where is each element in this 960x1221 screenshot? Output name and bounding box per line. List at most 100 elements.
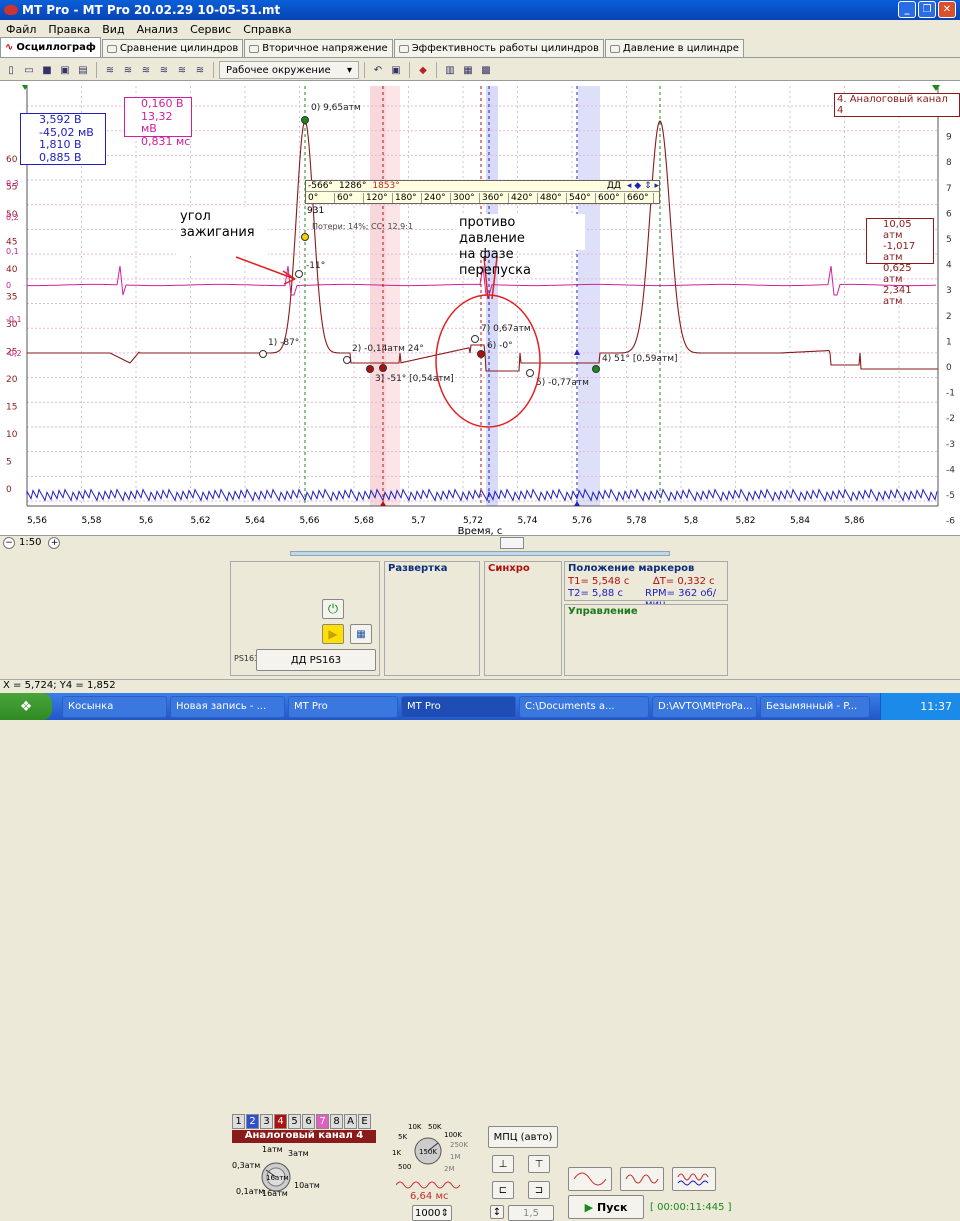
clock: 11:37 (920, 700, 952, 713)
maximize-button[interactable]: ❐ (918, 1, 936, 18)
wave-tool-2-icon[interactable]: ≋ (120, 62, 136, 78)
task-documents[interactable]: C:\Documents a... (519, 695, 649, 718)
new-file-icon[interactable]: ▯ (3, 62, 19, 78)
channel-tabs: 12345678AE (232, 1114, 371, 1129)
sync-mode-select[interactable]: МПЦ (авто) (488, 1126, 558, 1148)
time-scrollbar[interactable]: − 1:50 + (0, 535, 960, 549)
right-tick-label: 5 (946, 235, 952, 245)
save-icon[interactable]: ■ (39, 62, 55, 78)
close-button[interactable]: ✕ (938, 1, 956, 18)
view-mode-1-icon[interactable]: ▥ (442, 62, 458, 78)
markers-group: Положение маркеров T1= 5,548 с ∆T= 0,332… (564, 561, 728, 610)
channel-tab-4[interactable]: 4 (274, 1114, 287, 1129)
menu-analysis[interactable]: Анализ (131, 23, 185, 36)
points-stepper[interactable]: 1000 ⇕ (412, 1205, 452, 1221)
channel-tab-a[interactable]: A (344, 1114, 357, 1129)
sensor-select[interactable]: ДД PS163 (256, 649, 376, 671)
marker-label: 4) 51° [0,59атм] (602, 354, 678, 364)
tab-cylinder-compare[interactable]: Сравнение цилиндров (101, 39, 244, 57)
left-tick-label-a: 15 (6, 403, 17, 413)
sync-icon-1[interactable]: ⊏ (492, 1181, 514, 1199)
tab-cylinder-efficiency[interactable]: Эффективность работы цилиндров (393, 39, 604, 57)
oscilloscope-plot[interactable]: 5,56 5,58 5,6 5,62 5,64 5,66 5,68 5,7 5,72 5,74 5,… (0, 80, 960, 536)
tab-secondary-voltage[interactable]: Вторичное напряжение (244, 39, 393, 57)
wave-tool-3-icon[interactable]: ≋ (138, 62, 154, 78)
sync-level-icon[interactable]: ↕ (490, 1205, 504, 1219)
rising-edge-button[interactable]: ⊥ (492, 1155, 514, 1173)
eraser-icon[interactable]: ◆ (415, 62, 431, 78)
minimize-button[interactable]: _ (898, 1, 916, 18)
menu-service[interactable]: Сервис (184, 23, 237, 36)
start-button[interactable]: ▶ Пуск (568, 1195, 644, 1219)
status-bar: X = 5,724; Y4 = 1,852 (0, 679, 960, 693)
channel-tab-7[interactable]: 7 (316, 1114, 329, 1129)
control-title: Управление (568, 606, 638, 617)
sync-level-input[interactable]: 1,5 (508, 1205, 554, 1221)
print-icon[interactable]: ▤ (75, 62, 91, 78)
falling-edge-button[interactable]: ⊤ (528, 1155, 550, 1173)
app-icon (4, 5, 18, 15)
task-avto-folder[interactable]: D:\AVTO\MtProPa... (652, 695, 757, 718)
wave-tool-1-icon[interactable]: ≋ (102, 62, 118, 78)
tab-oscilloscope[interactable]: ∿ Осциллограф (0, 37, 101, 57)
plot-canvas[interactable]: 5,56 5,58 5,6 5,62 5,64 5,66 5,68 5,7 5,72 5,74 5,… (0, 81, 960, 536)
calculator-button[interactable]: ▦ (350, 624, 372, 644)
channel-tab-6[interactable]: 6 (302, 1114, 315, 1129)
sync-icon-2[interactable]: ⊐ (528, 1181, 550, 1199)
channel-range-knob[interactable]: 1атм 3атм 0,3атм 16атм 10атм 0,1атм 16ат… (232, 1144, 382, 1214)
task-new-record[interactable]: Новая запись - ... (170, 695, 285, 718)
wave-tool-4-icon[interactable]: ≋ (156, 62, 172, 78)
zoom-out-icon[interactable]: − (3, 536, 15, 549)
channel-tab-8[interactable]: 8 (330, 1114, 343, 1129)
wave-tool-5-icon[interactable]: ≋ (174, 62, 190, 78)
menu-file[interactable]: Файл (0, 23, 42, 36)
view-mode-3-icon[interactable]: ▩ (478, 62, 494, 78)
view-mode-2-icon[interactable]: ▦ (460, 62, 476, 78)
work-environment-dropdown[interactable]: Рабочее окружение ▾ (219, 61, 359, 79)
task-mtpro-2[interactable]: MT Pro (401, 695, 516, 718)
x-tick-label: 5,6 (139, 516, 154, 526)
mode-sine-button[interactable] (568, 1167, 612, 1191)
task-mtpro-1[interactable]: MT Pro (288, 695, 398, 718)
zoom-in-icon[interactable]: + (48, 536, 61, 549)
sweep-knob[interactable]: 10K 50K 5K 100K 250K 1K 150K 1M 500 2M (386, 1123, 482, 1183)
save-as-icon[interactable]: ▣ (57, 62, 73, 78)
mode-multi-button[interactable] (672, 1167, 716, 1191)
start-menu-button[interactable]: ❖ (0, 693, 52, 720)
control-panel: 12345678AE Аналоговый канал 4 1атм 3атм … (0, 549, 960, 1221)
undo-icon[interactable]: ↶ (370, 62, 386, 78)
knob-01atm: 0,1атм (236, 1187, 264, 1196)
menu-view[interactable]: Вид (96, 23, 130, 36)
windows-logo-icon: ❖ (19, 698, 33, 715)
wave-tool-6-icon[interactable]: ≋ (192, 62, 208, 78)
task-kosynka[interactable]: Косынка (62, 695, 167, 718)
channel-tab-3[interactable]: 3 (260, 1114, 273, 1129)
knob-1atm: 1атм (262, 1145, 283, 1154)
channel-label: 4. Аналоговый канал 4 (834, 93, 960, 117)
tab-cylinder-pressure[interactable]: Давление в цилиндре (604, 39, 744, 57)
menu-help[interactable]: Справка (237, 23, 297, 36)
channel-tab-1[interactable]: 1 (232, 1114, 245, 1129)
panel-splitter[interactable] (290, 551, 670, 556)
window-title: MT Pro - MT Pro 20.02.29 10-05-51.mt (22, 3, 281, 17)
angle-tick: 360° (480, 193, 509, 203)
play-channel-button[interactable]: ▶ (322, 624, 344, 644)
channel-tab-2[interactable]: 2 (246, 1114, 259, 1129)
channel-tab-5[interactable]: 5 (288, 1114, 301, 1129)
marker-2 (343, 356, 351, 364)
task-paint[interactable]: Безымянный - P... (760, 695, 870, 718)
zoom-level: 1:50 (19, 537, 42, 548)
angle-nav-icon[interactable]: ◂ ◆ ⇕ ▸ (627, 181, 659, 191)
blue-measure-box: 3,592 В -45,02 мВ 1,810 В 0,885 В (20, 113, 106, 165)
mode-dual-button[interactable] (620, 1167, 664, 1191)
open-folder-icon[interactable]: ▭ (21, 62, 37, 78)
channel-tab-e[interactable]: E (358, 1114, 371, 1129)
channel-title: Аналоговый канал 4 (232, 1130, 376, 1143)
losses-label: Потери: 14%; СС: 12,9:1 (312, 222, 413, 231)
power-button[interactable]: ⏻ (322, 599, 344, 619)
scroll-thumb[interactable] (500, 537, 524, 549)
marker-label: 6) -0° (487, 341, 513, 351)
angle-bar[interactable]: -566° 1286° 1853° ДД ◂ ◆ ⇕ ▸ 0° 60° 120° 18… (305, 180, 660, 204)
menu-edit[interactable]: Правка (42, 23, 96, 36)
save-env-icon[interactable]: ▣ (388, 62, 404, 78)
